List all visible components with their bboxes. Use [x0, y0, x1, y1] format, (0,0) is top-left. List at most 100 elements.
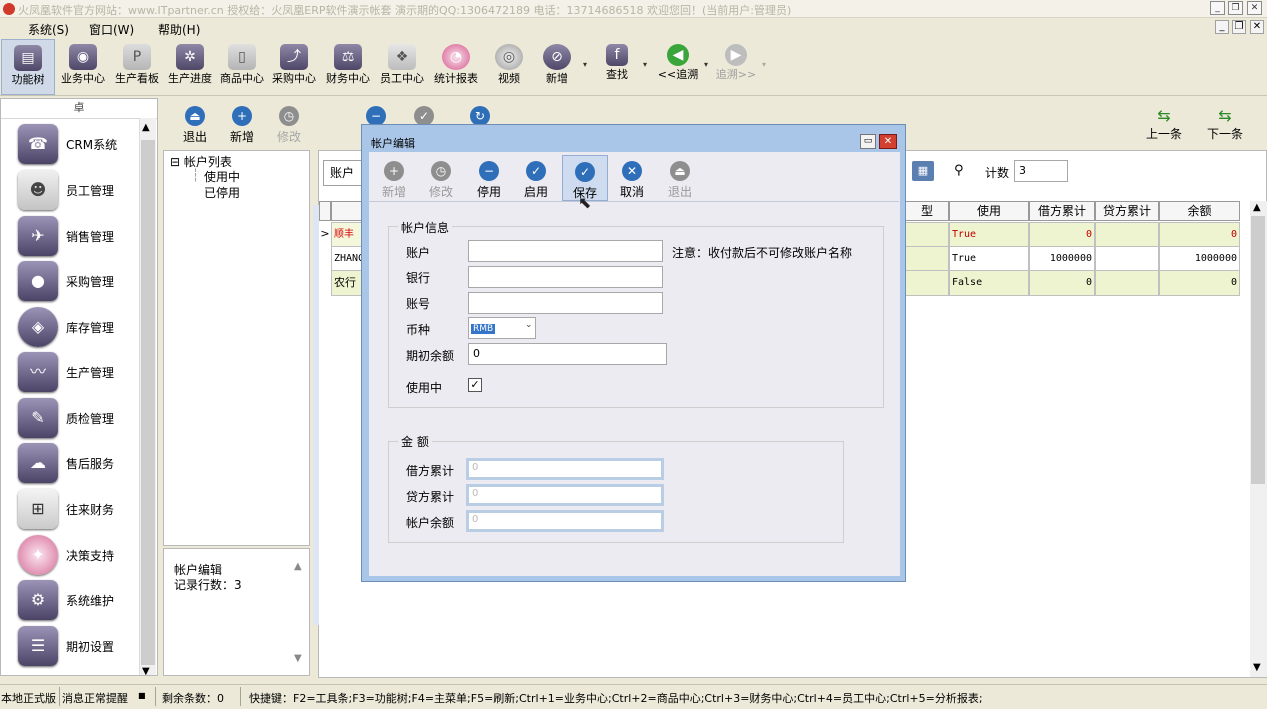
toolbar-report-button[interactable]: ◔ 统计报表	[430, 39, 482, 95]
toolbar-tree-button[interactable]: ▤ 功能树	[1, 39, 55, 95]
sidebar-item-initial[interactable]: ☰ 期初设置	[14, 624, 144, 669]
toolbar-video-button[interactable]: ◎ 视频	[486, 39, 532, 95]
row1-use[interactable]: True	[949, 222, 1029, 248]
dialog-close-icon[interactable]: ✕	[879, 134, 897, 149]
col-header-use[interactable]: 使用	[949, 201, 1029, 221]
new-button[interactable]: + 新增	[227, 106, 257, 145]
row1-credit[interactable]	[1095, 222, 1159, 248]
bank-input[interactable]	[468, 266, 663, 288]
row1-type[interactable]	[905, 222, 949, 248]
row2-balance[interactable]: 1000000	[1159, 246, 1240, 272]
dialog-enable-button[interactable]: ✓ 启用	[520, 155, 552, 199]
toolbar-purchase-button[interactable]: ⤴ 采购中心	[268, 39, 320, 95]
sidebar-item-production[interactable]: 〰生产管理	[14, 350, 144, 395]
row3-debit[interactable]: 0	[1029, 270, 1095, 296]
mdi-minimize-icon[interactable]: _	[1215, 20, 1229, 34]
mdi-restore-icon[interactable]: ❐	[1232, 20, 1246, 34]
chevron-down-icon[interactable]: ⌄	[525, 320, 533, 330]
row3-balance[interactable]: 0	[1159, 270, 1240, 296]
sidebar-scroll-up-icon[interactable]: ▲	[142, 122, 150, 133]
row2-credit[interactable]	[1095, 246, 1159, 272]
opening-balance-input[interactable]: 0	[468, 343, 667, 365]
info-scroll-down-icon[interactable]: ▼	[294, 653, 302, 664]
sidebar-item-inventory[interactable]: ◈ 库存管理	[14, 305, 144, 350]
restore-icon[interactable]: ❐	[1228, 1, 1243, 15]
sidebar-scroll-down-icon[interactable]: ▼	[142, 666, 150, 677]
toolbar-staff-button[interactable]: ❖ 员工中心	[376, 39, 428, 95]
sidebar-item-sales[interactable]: ✈ 销售管理	[14, 214, 144, 259]
chart-icon[interactable]: ▦	[912, 161, 934, 181]
prev-record-button[interactable]: ⇆ 上一条	[1146, 106, 1182, 142]
account-input[interactable]	[468, 240, 663, 262]
grid-scroll-down-icon[interactable]: ▼	[1253, 662, 1261, 673]
in-use-checkbox[interactable]: ✓	[468, 378, 482, 392]
debit-field[interactable]: 0	[466, 458, 664, 480]
dialog-exit-button[interactable]: ⏏ 退出	[664, 155, 696, 199]
filter-label[interactable]: 账户	[323, 160, 363, 186]
minimize-icon[interactable]: _	[1210, 1, 1225, 15]
grid-scroll-thumb[interactable]	[1251, 216, 1265, 484]
sidebar-item-service[interactable]: ☁ 售后服务	[14, 441, 144, 486]
dialog-cancel-button[interactable]: ✕ 取消	[616, 155, 648, 199]
mdi-close-icon[interactable]: ✕	[1250, 20, 1264, 34]
edit-button[interactable]: ◷ 修改	[274, 106, 304, 145]
exit-button[interactable]: ⏏ 退出	[180, 106, 210, 145]
next-record-button[interactable]: ⇆ 下一条	[1205, 106, 1245, 142]
row2-use[interactable]: True	[949, 246, 1029, 272]
tree-item-disabled[interactable]: 已停用	[204, 184, 240, 201]
toolbar-progress-button[interactable]: ✲ 生产进度	[164, 39, 216, 95]
col-header-debit[interactable]: 借方累计	[1029, 201, 1095, 221]
row1-debit[interactable]: 0	[1029, 222, 1095, 248]
dialog-add-button[interactable]: + 新增	[378, 155, 410, 199]
row3-credit[interactable]	[1095, 270, 1159, 296]
row2-name[interactable]: ZHANG	[331, 246, 363, 272]
sidebar-item-purchase[interactable]: ● 采购管理	[14, 259, 144, 304]
col-header-name[interactable]	[331, 201, 363, 221]
toolbar-finance-button[interactable]: ⚖ 财务中心	[322, 39, 374, 95]
forward-dropdown-icon[interactable]: ▾	[762, 60, 766, 69]
row3-type[interactable]	[905, 270, 949, 296]
toolbar-forward-button[interactable]: ▶ 追溯>>	[714, 39, 758, 95]
account-number-input[interactable]	[468, 292, 663, 314]
tree-item-active[interactable]: 使用中	[204, 168, 240, 185]
col-header-type[interactable]: 型	[905, 201, 949, 221]
sidebar-item-finance[interactable]: ⊞ 往来财务	[14, 487, 144, 532]
row3-name[interactable]: 农行	[331, 270, 363, 296]
toolbar-business-button[interactable]: ◉ 业务中心	[56, 39, 110, 95]
menu-help[interactable]: 帮助(H)	[158, 21, 200, 38]
toolbar-find-button[interactable]: f 查找	[594, 39, 640, 95]
row2-type[interactable]	[905, 246, 949, 272]
sidebar-item-quality[interactable]: ✎ 质检管理	[14, 396, 144, 441]
toolbar-add-button[interactable]: ⊘ 新增	[534, 39, 580, 95]
sidebar-scroll-thumb[interactable]	[141, 140, 155, 665]
dialog-edit-button[interactable]: ◷ 修改	[425, 155, 457, 199]
row2-debit[interactable]: 1000000	[1029, 246, 1095, 272]
sidebar-item-crm[interactable]: ☎ CRM系统	[14, 122, 144, 167]
menu-system[interactable]: 系统(S)	[28, 21, 69, 38]
add-dropdown-icon[interactable]: ▾	[583, 60, 587, 69]
splitter[interactable]	[313, 205, 319, 625]
toolbar-goods-button[interactable]: ▯ 商品中心	[216, 39, 268, 95]
balance-field[interactable]: 0	[466, 510, 664, 532]
sidebar-item-staff[interactable]: ☻ 员工管理	[14, 168, 144, 213]
row1-name[interactable]: 顺丰	[331, 222, 363, 248]
dialog-disable-button[interactable]: − 停用	[473, 155, 505, 199]
row1-balance[interactable]: 0	[1159, 222, 1240, 248]
toolbar-back-button[interactable]: ◀ <<追溯	[654, 39, 702, 95]
menu-window[interactable]: 窗口(W)	[89, 21, 134, 38]
grid-scroll-up-icon[interactable]: ▲	[1253, 202, 1261, 213]
sidebar-item-decision[interactable]: ✦ 决策支持	[14, 533, 144, 578]
credit-field[interactable]: 0	[466, 484, 664, 506]
row3-use[interactable]: False	[949, 270, 1029, 296]
find-dropdown-icon[interactable]: ▾	[643, 60, 647, 69]
col-header-credit[interactable]: 贷方累计	[1095, 201, 1159, 221]
sidebar-item-system[interactable]: ⚙ 系统维护	[14, 578, 144, 623]
col-header-balance[interactable]: 余额	[1159, 201, 1240, 221]
toolbar-board-button[interactable]: P 生产看板	[110, 39, 164, 95]
close-icon[interactable]: ✕	[1247, 1, 1262, 15]
back-dropdown-icon[interactable]: ▾	[704, 60, 708, 69]
dialog-restore-icon[interactable]: ▭	[860, 134, 876, 149]
info-scroll-up-icon[interactable]: ▲	[294, 561, 302, 572]
count-field[interactable]: 3	[1014, 160, 1068, 182]
binoculars-icon[interactable]: ⚲	[954, 163, 964, 178]
